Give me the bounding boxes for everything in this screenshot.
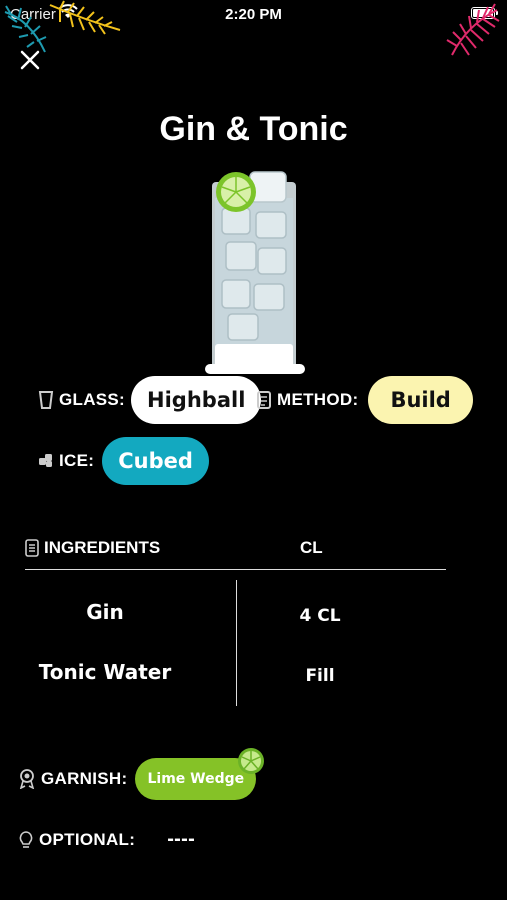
garnish-value-pill[interactable]: Lime Wedge bbox=[135, 748, 265, 800]
optional-label: OPTIONAL: bbox=[39, 829, 136, 849]
unit-header: CL bbox=[300, 538, 323, 557]
bulb-icon bbox=[19, 830, 33, 848]
list-icon bbox=[25, 539, 39, 557]
glass-value-pill[interactable]: Highball bbox=[131, 376, 262, 424]
lime-icon bbox=[238, 748, 265, 774]
table-divider bbox=[25, 569, 446, 570]
method-icon bbox=[257, 391, 271, 409]
ice-label: ICE: bbox=[59, 451, 95, 470]
close-icon bbox=[20, 50, 40, 70]
method-spec: METHOD: Build bbox=[256, 376, 473, 424]
drink-illustration bbox=[205, 171, 305, 374]
page-title: Gin & Tonic bbox=[159, 110, 348, 148]
optional-value: ---- bbox=[167, 828, 196, 850]
method-label: METHOD: bbox=[277, 390, 359, 409]
glass-label: GLASS: bbox=[59, 390, 126, 409]
ingredient-name: Gin bbox=[86, 600, 124, 624]
ingredient-amount: Fill bbox=[305, 666, 335, 686]
garnish-value: Lime Wedge bbox=[147, 771, 245, 787]
ingredient-amount: 4 CL bbox=[299, 606, 341, 626]
ice-spec: ICE: Cubed bbox=[38, 437, 209, 485]
ingredient-name: Tonic Water bbox=[38, 660, 172, 684]
glass-icon bbox=[38, 391, 54, 409]
garnish-spec: GARNISH: Lime Wedge bbox=[18, 748, 265, 800]
ingredients-header-label: INGREDIENTS bbox=[44, 538, 161, 557]
method-value-pill[interactable]: Build bbox=[368, 376, 473, 424]
palm-leaves-right bbox=[446, 3, 500, 56]
award-icon bbox=[19, 769, 35, 789]
garnish-label: GARNISH: bbox=[41, 769, 128, 788]
optional-spec: OPTIONAL: ---- bbox=[18, 828, 195, 851]
ice-icon bbox=[39, 454, 52, 467]
ingredients-header: INGREDIENTS bbox=[25, 538, 160, 558]
ice-value-pill[interactable]: Cubed bbox=[102, 437, 209, 485]
glass-spec: GLASS: Highball bbox=[38, 376, 262, 424]
close-button[interactable] bbox=[18, 48, 42, 72]
column-divider bbox=[236, 580, 237, 706]
